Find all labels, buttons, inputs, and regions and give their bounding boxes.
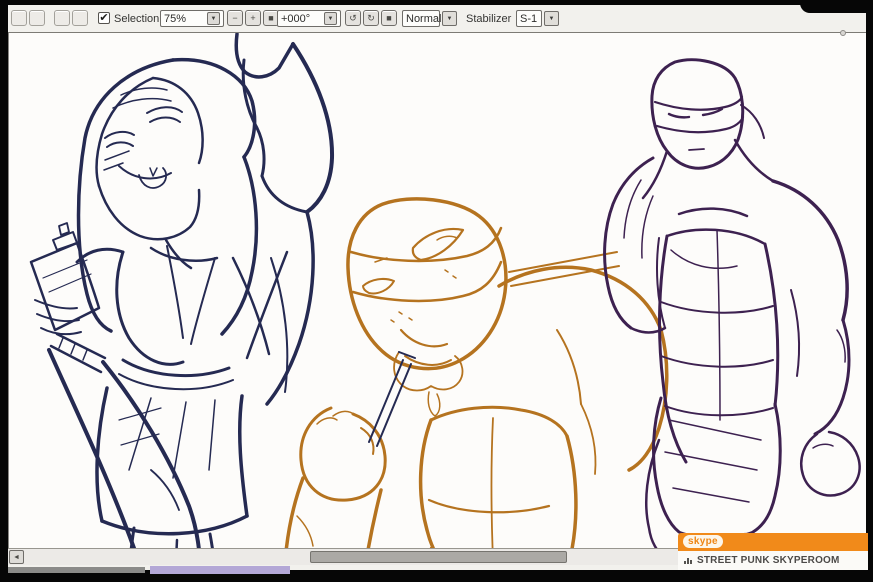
bottom-strip-purple [150, 566, 290, 574]
stabilizer-combo[interactable]: S-1 [516, 10, 542, 27]
scroll-left-button[interactable]: ◄ [9, 550, 24, 564]
zoom-out-button[interactable]: − [227, 10, 243, 26]
skype-room-row[interactable]: STREET PUNK SKYPEROOM [678, 551, 868, 570]
rotation-combo[interactable]: +000° ▼ [277, 10, 341, 27]
nav-button-3[interactable] [54, 10, 70, 26]
blend-mode-value: Normal [406, 13, 441, 25]
selection-label: Selection [114, 13, 159, 25]
letterbox-corner-blob [800, 0, 873, 13]
screen: ✔ Selection 75% ▼ − + ■ +000° ▼ ↺ ↻ ■ No… [0, 0, 873, 582]
rotation-value: +000° [281, 13, 322, 25]
nav-button-4[interactable] [72, 10, 88, 26]
blend-mode-combo[interactable]: Normal [402, 10, 440, 27]
stabilizer-value: S-1 [520, 13, 538, 25]
skype-room-name: STREET PUNK SKYPEROOM [697, 555, 840, 566]
nav-button-2[interactable] [29, 10, 45, 26]
zoom-combo[interactable]: 75% ▼ [160, 10, 224, 27]
group-call-icon [684, 558, 692, 564]
chevron-down-icon[interactable]: ▼ [324, 12, 337, 25]
selection-checkbox[interactable]: ✔ [98, 12, 110, 24]
stabilizer-label: Stabilizer [466, 13, 511, 25]
stabilizer-dropdown-button[interactable]: ▼ [544, 11, 559, 26]
scrollbar-thumb[interactable] [310, 551, 567, 563]
nav-button-1[interactable] [11, 10, 27, 26]
turtle-brushing-teeth-sketch [284, 199, 667, 548]
skype-titlebar[interactable]: skype [678, 533, 868, 551]
zoom-value: 75% [164, 13, 205, 25]
zoom-in-button[interactable]: + [245, 10, 261, 26]
skype-overlay[interactable]: skype STREET PUNK SKYPEROOM [678, 533, 868, 570]
bottom-strip-gray [8, 567, 145, 573]
app-toolbar: ✔ Selection 75% ▼ − + ■ +000° ▼ ↺ ↻ ■ No… [8, 5, 866, 33]
turtle-with-towel-sketch [605, 60, 860, 548]
rotate-cw-button[interactable]: ↻ [363, 10, 379, 26]
blend-mode-dropdown-button[interactable]: ▼ [442, 11, 457, 26]
paint-app-window: ✔ Selection 75% ▼ − + ■ +000° ▼ ↺ ↻ ■ No… [8, 5, 866, 570]
hooded-woman-sketch [31, 34, 332, 548]
chevron-down-icon[interactable]: ▼ [207, 12, 220, 25]
rotate-reset-button[interactable]: ■ [381, 10, 397, 26]
skype-logo: skype [683, 535, 723, 548]
canvas-edge-nub [840, 30, 846, 36]
rotate-ccw-button[interactable]: ↺ [345, 10, 361, 26]
drawing-canvas[interactable] [8, 33, 866, 548]
